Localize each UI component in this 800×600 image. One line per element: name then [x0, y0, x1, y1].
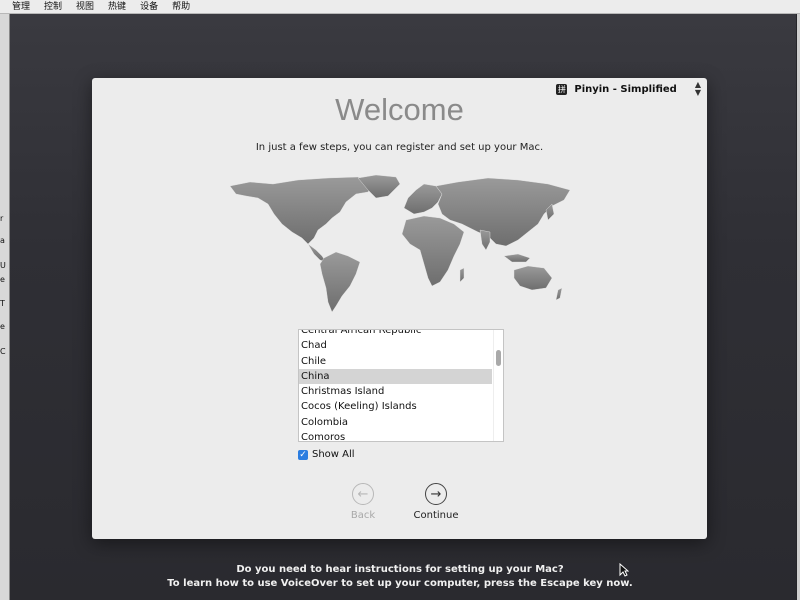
list-item[interactable]: Chad: [299, 338, 492, 353]
map-indonesia: [503, 253, 531, 263]
page-subtitle: In just a few steps, you can register an…: [255, 142, 544, 153]
left-strip-mark: C: [0, 347, 6, 356]
back-button[interactable]: ← Back: [333, 483, 393, 521]
setup-assistant-panel: 拼 Pinyin - Simplified ▲ ▼ Welcome In just…: [92, 78, 707, 539]
map-australia: [513, 265, 553, 291]
list-item[interactable]: Chile: [299, 354, 492, 369]
map-north-america: [229, 176, 375, 245]
voiceover-instructions: Do you need to hear instructions for set…: [0, 563, 800, 591]
continue-button[interactable]: → Continue: [406, 483, 466, 521]
left-strip-mark: T: [0, 299, 5, 308]
country-list[interactable]: Central African Republic Chad Chile Chin…: [298, 329, 504, 442]
map-europe: [403, 183, 443, 215]
continue-arrow-icon: →: [425, 483, 447, 505]
menu-hotkeys[interactable]: 热键: [108, 0, 126, 14]
show-all-label: Show All: [312, 449, 355, 460]
map-india: [479, 229, 491, 251]
left-strip-mark: r: [0, 214, 4, 223]
world-map-illustration: [229, 174, 571, 313]
country-list-scrollbar[interactable]: [493, 330, 503, 441]
map-africa: [401, 215, 465, 287]
left-strip-mark: U: [0, 261, 6, 270]
menu-devices[interactable]: 设备: [140, 0, 158, 14]
show-all-checkbox-row[interactable]: ✓ Show All: [298, 449, 355, 460]
host-left-strip: r a U e T e C: [0, 14, 10, 600]
list-item[interactable]: Cocos (Keeling) Islands: [299, 399, 492, 414]
menu-view[interactable]: 视图: [76, 0, 94, 14]
scrollbar-thumb[interactable]: [496, 350, 501, 366]
back-arrow-icon: ←: [352, 483, 374, 505]
list-item[interactable]: Comoros: [299, 430, 492, 441]
country-list-items: Central African Republic Chad Chile Chin…: [299, 330, 492, 441]
page-title: Welcome: [335, 92, 464, 127]
continue-label: Continue: [413, 510, 459, 521]
map-madagascar: [459, 267, 465, 283]
voiceover-line-1: Do you need to hear instructions for set…: [236, 564, 564, 575]
mouse-pointer-icon: [619, 563, 629, 577]
host-menubar: 管理 控制 视图 热键 设备 帮助: [0, 0, 800, 14]
list-item[interactable]: Central African Republic: [299, 330, 492, 338]
list-item[interactable]: Christmas Island: [299, 384, 492, 399]
menu-manage[interactable]: 管理: [12, 0, 30, 14]
menu-help[interactable]: 帮助: [172, 0, 190, 14]
list-item[interactable]: Colombia: [299, 415, 492, 430]
left-strip-mark: e: [0, 322, 5, 331]
map-south-america: [319, 251, 361, 313]
list-item-selected[interactable]: China: [299, 368, 492, 385]
left-strip-mark: e: [0, 275, 5, 284]
back-label: Back: [350, 510, 376, 521]
left-strip-mark: a: [0, 236, 5, 245]
menu-control[interactable]: 控制: [44, 0, 62, 14]
show-all-checkbox[interactable]: ✓: [298, 449, 308, 460]
map-new-zealand: [555, 287, 563, 301]
voiceover-line-2: To learn how to use VoiceOver to set up …: [167, 578, 633, 589]
